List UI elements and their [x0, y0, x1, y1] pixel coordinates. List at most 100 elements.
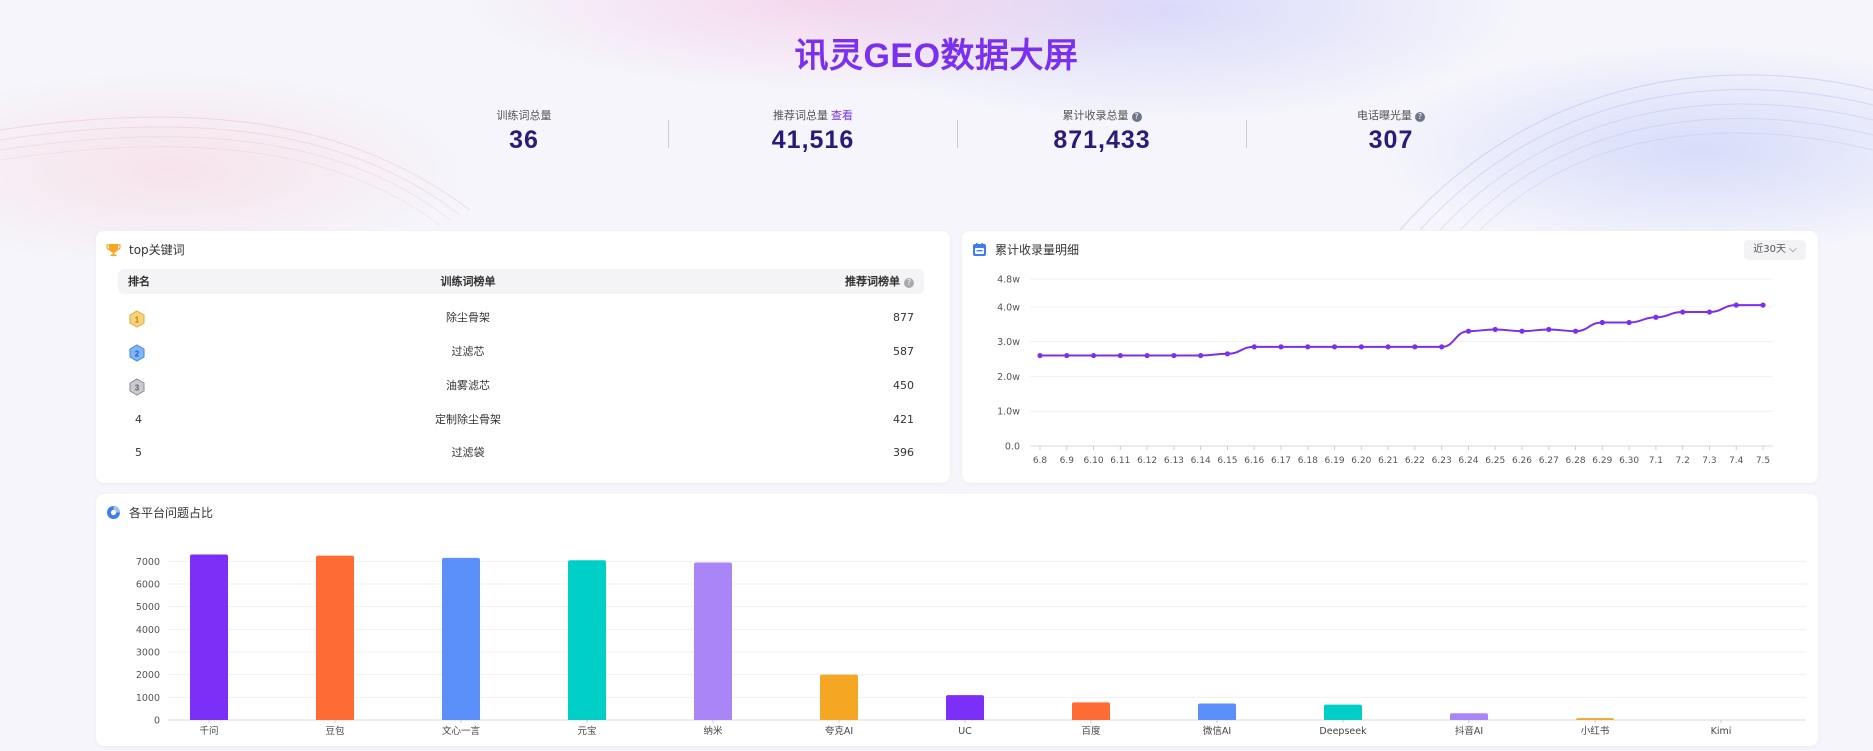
x-tick-label: 6.26	[1512, 456, 1532, 466]
keyword: 除尘骨架	[446, 311, 490, 324]
medal-rank: 3	[135, 384, 140, 393]
data-point	[1331, 344, 1338, 350]
card-title: top关键词	[129, 242, 185, 257]
stat-value: 307	[1368, 126, 1414, 154]
x-tick-label: UC	[958, 726, 972, 737]
x-tick-label: 7.5	[1756, 456, 1770, 466]
x-tick-label: 6.24	[1458, 456, 1478, 466]
x-tick-label: 夸克AI	[825, 725, 853, 737]
data-point	[1198, 352, 1204, 359]
x-tick-label: 7.3	[1702, 456, 1716, 466]
data-point	[1439, 344, 1445, 350]
x-tick-label: 6.12	[1137, 456, 1157, 466]
help-icon[interactable]: ?	[904, 278, 914, 288]
rank: 5	[135, 446, 142, 459]
count: 396	[893, 446, 914, 459]
bar	[316, 555, 354, 720]
x-tick-label: 6.17	[1271, 456, 1291, 466]
stat-value: 41,516	[771, 126, 855, 154]
card-header: top关键词	[106, 240, 185, 258]
table-row: 2 过滤芯 587	[118, 338, 924, 366]
y-tick-label: 3.0w	[997, 337, 1020, 348]
keyword: 过滤芯	[451, 345, 485, 358]
x-tick-label: 6.25	[1485, 456, 1505, 466]
x-tick-label: Kimi	[1711, 726, 1732, 737]
bar	[1576, 718, 1614, 721]
stats-bar: 训练词总量 36 推荐词总量 查看 41,516 累计收录总量? 871,433 …	[380, 108, 1530, 168]
x-tick-label: 6.20	[1351, 456, 1371, 466]
stat-phone-exposure: 电话曝光量? 307	[1247, 108, 1535, 155]
column-keyword: 训练词榜单	[440, 275, 496, 288]
x-tick-label: 6.28	[1566, 456, 1586, 466]
data-point	[1278, 344, 1284, 350]
bar	[694, 562, 732, 720]
x-tick-label: Deepseek	[1319, 726, 1367, 737]
column-count-label: 推荐词榜单	[845, 275, 900, 288]
x-tick-label: 6.22	[1405, 456, 1425, 466]
table-header: 排名 训练词榜单 推荐词榜单?	[118, 269, 924, 294]
stat-label: 推荐词总量	[773, 109, 828, 122]
y-tick-label: 4000	[136, 625, 160, 636]
x-tick-label: 6.10	[1084, 456, 1104, 466]
gold-medal-icon: 1	[128, 310, 146, 328]
y-tick-label: 4.8w	[997, 275, 1020, 286]
y-tick-label: 6000	[136, 580, 160, 591]
bar	[190, 554, 228, 720]
data-point	[1653, 314, 1659, 320]
top-keywords-card: top关键词 排名 训练词榜单 推荐词榜单? 1 除尘骨架 877 2 过滤芯 …	[96, 231, 950, 483]
view-link[interactable]: 查看	[831, 109, 853, 122]
x-tick-label: 千问	[199, 725, 218, 737]
x-tick-label: 6.13	[1164, 456, 1184, 466]
keyword: 定制除尘骨架	[435, 413, 501, 426]
bar	[568, 560, 606, 720]
data-point	[1546, 326, 1552, 333]
data-point	[1572, 328, 1579, 334]
bar	[820, 674, 858, 720]
data-point	[1090, 352, 1097, 359]
data-point	[1305, 344, 1311, 350]
series-line	[1040, 304, 1763, 357]
x-tick-label: 7.1	[1649, 456, 1663, 466]
stat-label: 电话曝光量	[1357, 109, 1412, 122]
data-point	[1385, 344, 1391, 350]
data-point	[1412, 344, 1418, 350]
stat-label: 累计收录总量	[1062, 109, 1129, 122]
x-tick-label: 6.18	[1298, 456, 1318, 466]
x-tick-label: 7.4	[1729, 456, 1744, 466]
x-tick-label: 6.30	[1619, 456, 1639, 466]
count: 450	[893, 379, 914, 392]
medal-rank: 1	[135, 316, 140, 325]
keyword: 过滤袋	[451, 446, 485, 459]
bar	[442, 557, 480, 720]
bar	[1450, 713, 1488, 720]
y-tick-label: 3000	[136, 648, 160, 659]
count: 421	[893, 413, 914, 426]
bar-chart: 0 1000 2000 3000 4000 5000 6000 7000 千问 豆包 文心一言 元宝 纳…	[136, 554, 1806, 737]
data-point	[1519, 328, 1525, 334]
data-point	[1358, 344, 1364, 350]
help-icon[interactable]: ?	[1415, 112, 1425, 122]
x-tick-label: 6.15	[1217, 456, 1237, 466]
column-count: 推荐词榜单?	[845, 269, 914, 294]
data-point	[1251, 344, 1257, 350]
help-icon[interactable]: ?	[1131, 112, 1142, 122]
x-tick-label: 小红书	[1581, 725, 1610, 737]
column-rank: 排名	[128, 275, 150, 288]
data-point	[1144, 352, 1150, 359]
data-point	[1733, 302, 1739, 308]
x-tick-label: 文心一言	[442, 725, 481, 737]
x-tick-label: 6.19	[1325, 456, 1345, 466]
x-tick-label: 6.16	[1244, 456, 1264, 466]
y-tick-label: 0	[154, 716, 160, 727]
x-tick-label: 6.27	[1539, 456, 1559, 466]
x-tick-label: 6.11	[1110, 456, 1130, 466]
x-tick-label: 6.23	[1432, 456, 1452, 466]
y-tick-label: 2000	[136, 670, 160, 681]
page-title: 讯灵GEO数据大屏	[794, 37, 1079, 75]
data-point	[1224, 351, 1231, 357]
keyword: 油雾滤芯	[446, 379, 490, 392]
stat-recommended-words: 推荐词总量 查看 41,516	[669, 108, 957, 155]
stat-value: 871,433	[1053, 126, 1151, 154]
x-tick-label: 6.9	[1060, 456, 1075, 466]
data-point	[1492, 326, 1498, 333]
